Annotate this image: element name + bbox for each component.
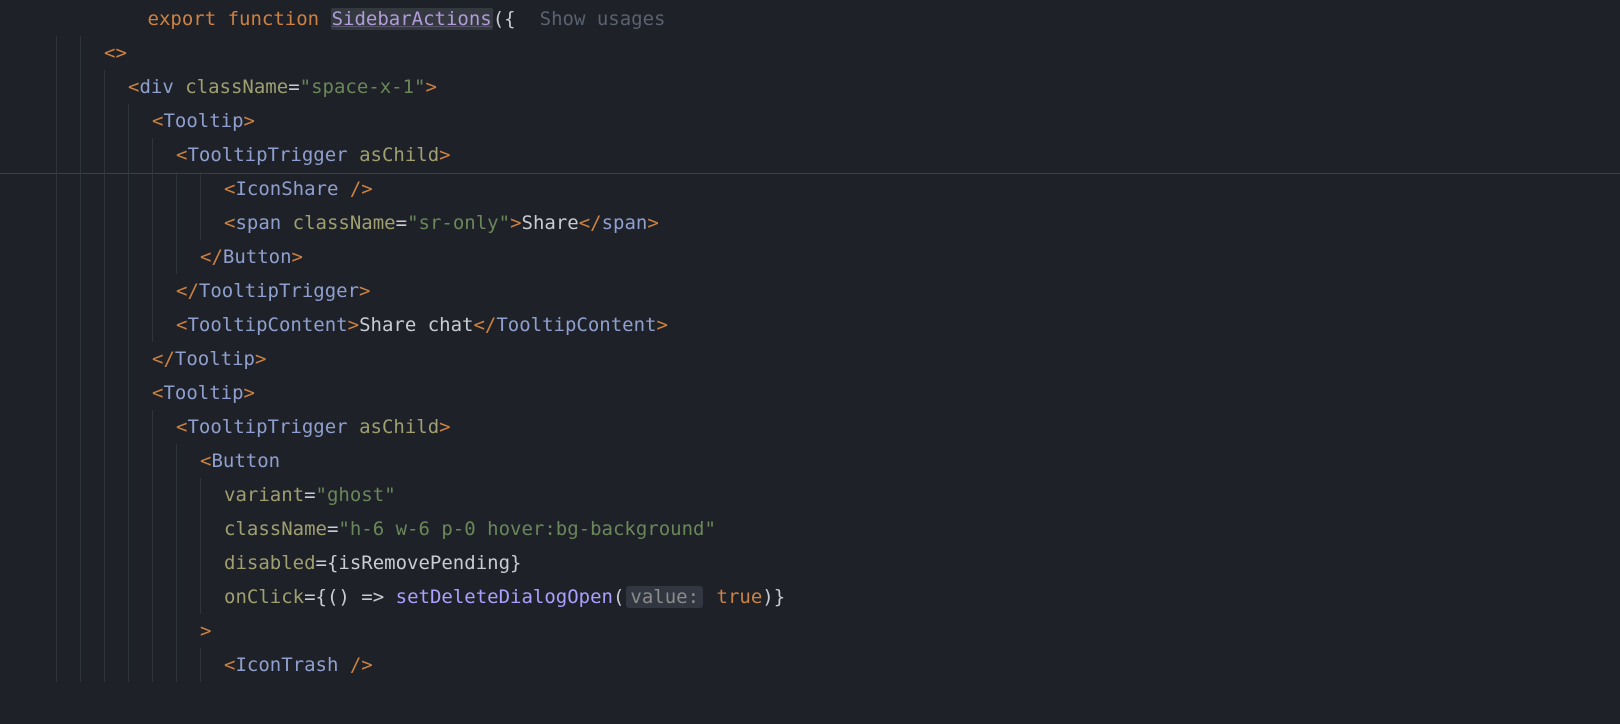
code-line[interactable]: </Button> [0,240,1620,274]
tag-span: span [235,212,281,234]
code-line[interactable]: <Tooltip> [0,104,1620,138]
jsx-text: Share [522,212,579,234]
code-line[interactable]: <IconTrash /> [0,648,1620,682]
tag-tooltiptrigger: TooltipTrigger [187,144,347,166]
tag-tooltip: Tooltip [163,110,243,132]
code-line[interactable]: <TooltipTrigger asChild> [0,410,1620,444]
tag-button: Button [223,246,292,268]
code-line[interactable]: disabled={isRemovePending} [0,546,1620,580]
code-line[interactable]: className="h-6 w-6 p-0 hover:bg-backgrou… [0,512,1620,546]
code-line[interactable]: </TooltipTrigger> [0,274,1620,308]
code-line[interactable]: export function SidebarActions({ Show usa… [0,2,1620,36]
string-literal: h-6 w-6 p-0 hover:bg-background [350,518,705,540]
tag-button: Button [211,450,280,472]
code-line[interactable]: <TooltipTrigger asChild> [0,138,1620,172]
keyword-true: true [717,586,763,608]
paren-brace: ({ [493,8,516,30]
code-line[interactable]: <Button [0,444,1620,478]
code-line[interactable]: <div className="space-x-1"> [0,70,1620,104]
string-literal: ghost [327,484,384,506]
code-line[interactable]: > [0,614,1620,648]
fn-setdeletedialogopen: setDeleteDialogOpen [396,586,613,608]
param-hint: value: [626,586,703,608]
attr-aschild: asChild [359,144,439,166]
string-literal: sr-only [419,212,499,234]
tag-iconshare: IconShare [235,178,338,200]
code-viewport[interactable]: export function SidebarActions({ Show usa… [0,0,1620,724]
tag-icontrash: IconTrash [235,654,338,676]
tag-div: div [139,76,173,98]
attr-disabled: disabled [224,552,316,574]
code-line[interactable]: <IconShare /> [0,172,1620,206]
function-name[interactable]: SidebarActions [331,8,493,30]
code-line[interactable]: onClick={() => setDeleteDialogOpen(value… [0,580,1620,614]
expr-isremovepending: isRemovePending [338,552,510,574]
code-editor[interactable]: export function SidebarActions({ Show usa… [0,0,1620,724]
show-usages-hint[interactable]: Show usages [540,8,666,30]
keyword-function: function [228,8,320,30]
keyword-export: export [148,8,217,30]
code-line[interactable]: <Tooltip> [0,376,1620,410]
tag-tooltipcontent: TooltipContent [187,314,347,336]
code-line[interactable]: </Tooltip> [0,342,1620,376]
jsx-text: Share chat [359,314,473,336]
attr-classname: className [185,76,288,98]
attr-onclick: onClick [224,586,304,608]
code-line[interactable]: <span className="sr-only">Share</span> [0,206,1620,240]
code-line[interactable]: variant="ghost" [0,478,1620,512]
string-literal: space-x-1 [311,76,414,98]
code-line[interactable]: <TooltipContent>Share chat</TooltipConte… [0,308,1620,342]
fragment-open: <> [104,42,127,64]
attr-variant: variant [224,484,304,506]
